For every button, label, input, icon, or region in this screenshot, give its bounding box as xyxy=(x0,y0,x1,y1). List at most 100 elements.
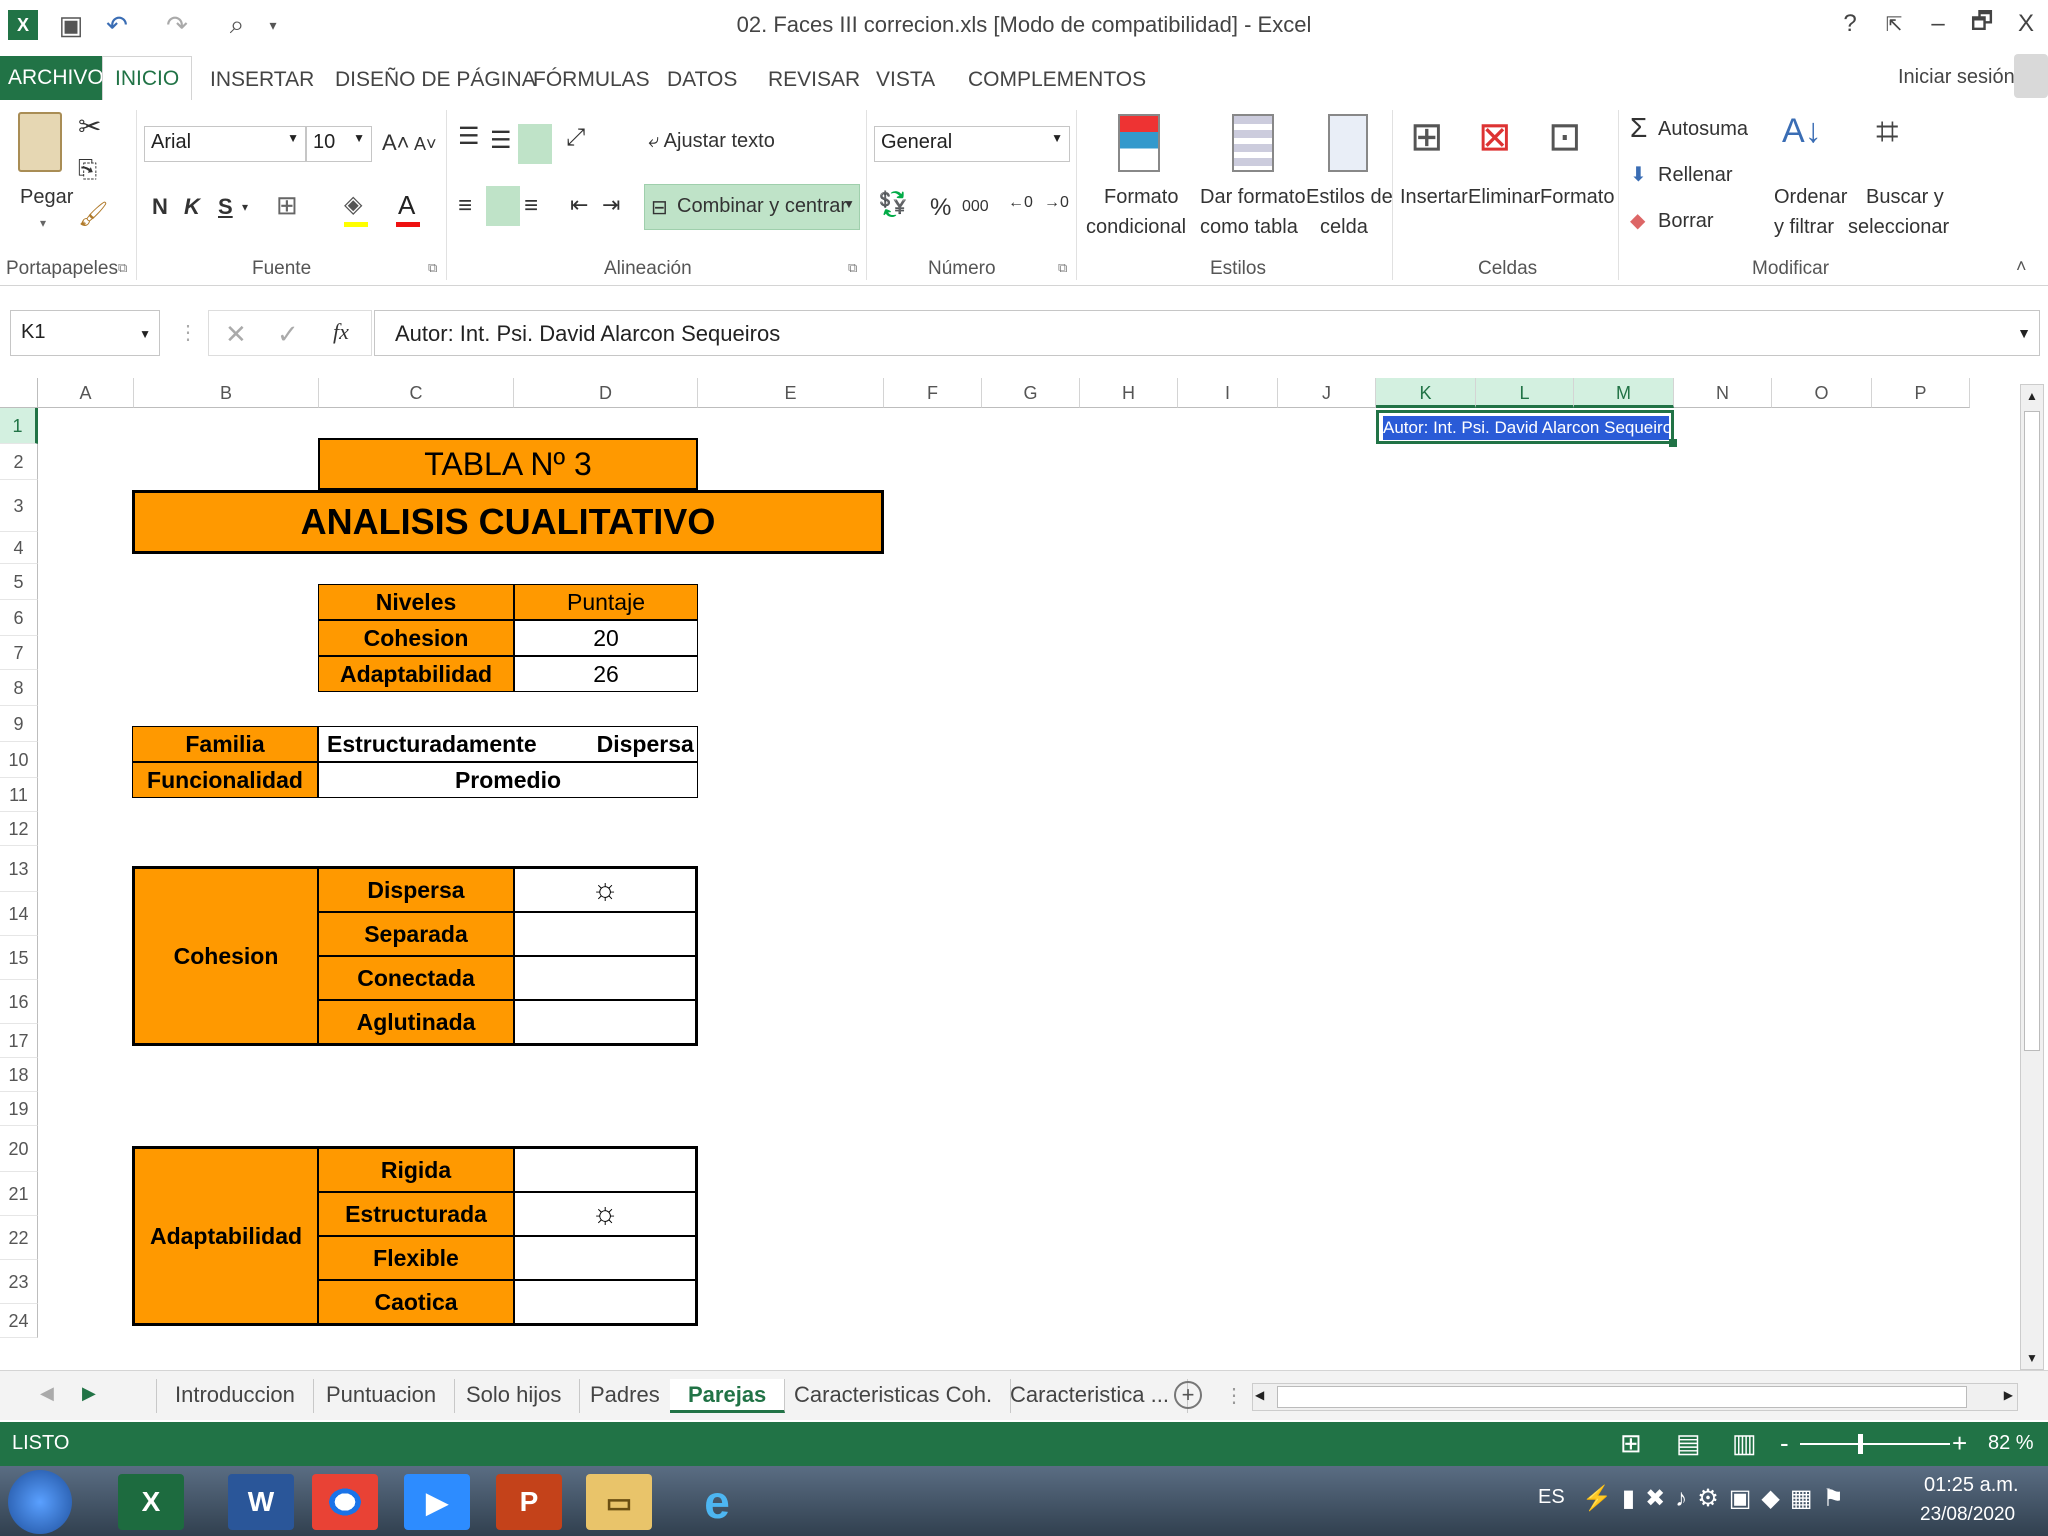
merge-center-button[interactable]: ⊟ Combinar y centrar ▼ xyxy=(644,184,860,230)
zoom-slider-thumb[interactable] xyxy=(1858,1434,1863,1454)
row-header-14[interactable]: 14 xyxy=(0,892,38,936)
scroll-right-icon[interactable]: ▶ xyxy=(2004,1388,2013,1402)
copy-icon[interactable]: ⎘ xyxy=(78,156,97,184)
adapt-mark-estructurada[interactable]: ☼ xyxy=(514,1192,698,1236)
row-header-2[interactable]: 2 xyxy=(0,444,38,480)
column-header-e[interactable]: E xyxy=(698,378,884,408)
selected-range[interactable]: Autor: Int. Psi. David Alarcon Sequeiros xyxy=(1376,410,1677,447)
avatar-icon[interactable] xyxy=(2014,54,2048,98)
conditional-format-line1[interactable]: Formato xyxy=(1104,186,1178,209)
sheet-tab-caracteristica-more[interactable]: Caracteristica ... xyxy=(992,1379,1188,1413)
insert-cells-button[interactable]: Insertar xyxy=(1400,186,1468,209)
sheet-tab-padres[interactable]: Padres xyxy=(572,1379,679,1413)
font-name-select[interactable]: Arial ▼ xyxy=(144,126,306,162)
fill-icon[interactable]: ⬇ xyxy=(1630,162,1647,187)
row-header-23[interactable]: 23 xyxy=(0,1260,38,1304)
row-header-16[interactable]: 16 xyxy=(0,980,38,1024)
sort-filter-icon[interactable]: A↓ xyxy=(1782,112,1822,151)
column-header-d[interactable]: D xyxy=(514,378,698,408)
cancel-icon[interactable]: ✕ xyxy=(225,319,247,350)
insert-function-icon[interactable]: fx xyxy=(333,319,349,345)
author-cell[interactable]: Autor: Int. Psi. David Alarcon Sequeiros xyxy=(1383,416,1669,440)
tab-diseno-pagina[interactable]: DISEÑO DE PÁGINA xyxy=(325,64,546,100)
row-header-9[interactable]: 9 xyxy=(0,706,38,742)
cohesion-level-conectada[interactable]: Conectada xyxy=(318,956,514,1000)
delete-cells-icon[interactable]: ⊠ xyxy=(1478,114,1512,160)
sign-in-link[interactable]: Iniciar sesión xyxy=(1888,62,2025,98)
taskbar-ie-icon[interactable]: e xyxy=(684,1474,750,1530)
scroll-up-icon[interactable]: ▲ xyxy=(2021,385,2043,407)
column-header-m[interactable]: M xyxy=(1574,378,1674,408)
taskbar-excel-icon[interactable]: X xyxy=(118,1474,184,1530)
column-header-k[interactable]: K xyxy=(1376,378,1476,408)
cohesion-level-aglutinada[interactable]: Aglutinada xyxy=(318,1000,514,1046)
clear-button[interactable]: Borrar xyxy=(1658,210,1714,233)
analysis-title[interactable]: ANALISIS CUALITATIVO xyxy=(132,490,884,554)
row-header-12[interactable]: 12 xyxy=(0,812,38,846)
autosum-icon[interactable]: Σ xyxy=(1630,112,1647,144)
tab-archivo[interactable]: ARCHIVO xyxy=(0,56,112,100)
column-header-n[interactable]: N xyxy=(1674,378,1772,408)
row-header-6[interactable]: 6 xyxy=(0,600,38,636)
page-break-view-icon[interactable]: ▥ xyxy=(1732,1428,1757,1459)
column-header-a[interactable]: A xyxy=(38,378,134,408)
format-as-table-line2[interactable]: como tabla xyxy=(1200,216,1298,239)
row-header-10[interactable]: 10 xyxy=(0,742,38,778)
tab-datos[interactable]: DATOS xyxy=(657,64,747,100)
row-header-11[interactable]: 11 xyxy=(0,778,38,812)
select-all-corner[interactable] xyxy=(0,378,38,408)
sort-filter-line1[interactable]: Ordenar xyxy=(1774,186,1847,209)
sheet-tab-parejas[interactable]: Parejas xyxy=(670,1379,786,1413)
taskbar-explorer-icon[interactable]: ▭ xyxy=(586,1474,652,1530)
zoom-slider-track[interactable] xyxy=(1800,1443,1950,1445)
row-header-21[interactable]: 21 xyxy=(0,1172,38,1216)
format-as-table-line1[interactable]: Dar formato xyxy=(1200,186,1306,209)
row-header-5[interactable]: 5 xyxy=(0,564,38,600)
row-header-22[interactable]: 22 xyxy=(0,1216,38,1260)
tab-insertar[interactable]: INSERTAR xyxy=(200,64,324,100)
row-header-1[interactable]: 1 xyxy=(0,408,38,444)
font-launcher-icon[interactable]: ⧉ xyxy=(428,260,437,276)
find-select-line2[interactable]: seleccionar xyxy=(1848,216,1949,239)
cell-styles-line1[interactable]: Estilos de xyxy=(1306,186,1393,209)
alignment-launcher-icon[interactable]: ⧉ xyxy=(848,260,857,276)
worksheet-grid[interactable]: A B C D E F G H I J K L M N O P 1 2 3 4 … xyxy=(0,378,2048,1370)
horizontal-scroll-thumb[interactable] xyxy=(1277,1386,1967,1408)
cohesion-score[interactable]: 20 xyxy=(514,620,698,656)
tab-vista[interactable]: VISTA xyxy=(866,64,945,100)
help-button[interactable]: ? xyxy=(1830,6,1870,42)
scroll-tabs-right-icon[interactable]: ▶ xyxy=(82,1383,96,1404)
cell-styles-icon[interactable] xyxy=(1328,114,1368,172)
font-color-icon[interactable]: A xyxy=(398,190,415,221)
cohesion-level-separada[interactable]: Separada xyxy=(318,912,514,956)
row-header-15[interactable]: 15 xyxy=(0,936,38,980)
tray-icons[interactable]: ⚡▮✖♪⚙▣◆▦⚑ xyxy=(1582,1484,1854,1513)
format-as-table-icon[interactable] xyxy=(1232,114,1274,172)
align-middle-icon[interactable]: ☰ xyxy=(490,126,512,155)
normal-view-icon[interactable]: ⊞ xyxy=(1620,1428,1642,1459)
column-header-h[interactable]: H xyxy=(1080,378,1178,408)
cohesion-mark-conectada[interactable] xyxy=(514,956,698,1000)
taskbar-zoom-icon[interactable]: ▶ xyxy=(404,1474,470,1530)
taskbar-word-icon[interactable]: W xyxy=(228,1474,294,1530)
zoom-in-button[interactable]: + xyxy=(1952,1428,1967,1459)
adapt-mark-caotica[interactable] xyxy=(514,1280,698,1326)
scroll-down-icon[interactable]: ▼ xyxy=(2021,1347,2043,1369)
underline-dropdown-icon[interactable]: ▾ xyxy=(242,200,248,214)
wrap-text-button[interactable]: ⤶ Ajustar texto xyxy=(648,130,775,153)
paste-button[interactable]: Pegar xyxy=(20,186,73,209)
adapt-mark-flexible[interactable] xyxy=(514,1236,698,1280)
conditional-format-icon[interactable] xyxy=(1118,114,1160,172)
format-cells-icon[interactable]: ⊡ xyxy=(1548,114,1582,160)
align-left-icon[interactable]: ≡ xyxy=(458,192,472,220)
adaptabilidad-group-label[interactable]: Adaptabilidad xyxy=(132,1146,318,1326)
align-right-icon[interactable]: ≡ xyxy=(524,192,538,220)
zoom-level[interactable]: 82 % xyxy=(1988,1432,2034,1455)
scroll-left-icon[interactable]: ◀ xyxy=(1255,1388,1264,1402)
row-header-18[interactable]: 18 xyxy=(0,1058,38,1092)
column-header-f[interactable]: F xyxy=(884,378,982,408)
close-button[interactable]: X xyxy=(2006,6,2046,42)
adapt-level-flexible[interactable]: Flexible xyxy=(318,1236,514,1280)
format-cells-button[interactable]: Formato xyxy=(1540,186,1614,209)
fill-handle[interactable] xyxy=(1669,439,1677,447)
